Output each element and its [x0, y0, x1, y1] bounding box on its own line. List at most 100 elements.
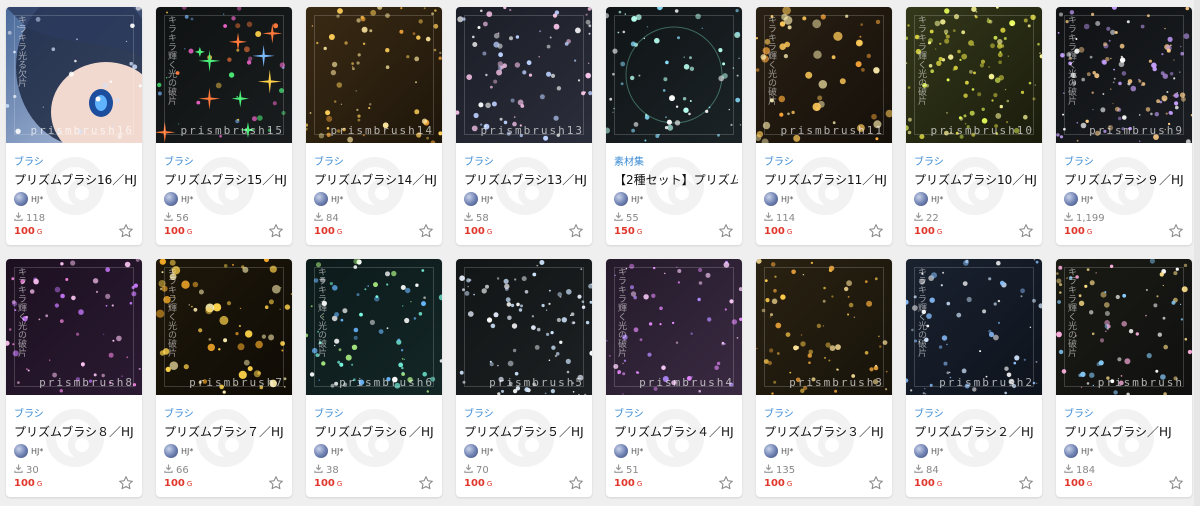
author[interactable]: HJ* — [314, 192, 343, 206]
scrollbar[interactable] — [1194, 0, 1200, 506]
favorite-star-icon[interactable] — [1018, 223, 1034, 239]
category-label[interactable]: ブラシ — [314, 153, 344, 168]
category-label[interactable]: ブラシ — [314, 405, 344, 420]
avatar[interactable] — [764, 444, 778, 458]
favorite-star-icon[interactable] — [568, 475, 584, 491]
author[interactable]: HJ* — [1064, 192, 1093, 206]
avatar[interactable] — [764, 192, 778, 206]
category-label[interactable]: ブラシ — [1064, 153, 1094, 168]
asset-title[interactable]: プリズムブラシ11／HJ — [764, 171, 888, 188]
favorite-star-icon[interactable] — [1168, 475, 1184, 491]
avatar[interactable] — [1064, 192, 1078, 206]
avatar[interactable] — [314, 192, 328, 206]
asset-title[interactable]: プリズムブラシ５／HJ — [464, 423, 588, 440]
author-name[interactable]: HJ* — [781, 195, 793, 204]
author[interactable]: HJ* — [14, 444, 43, 458]
asset-title[interactable]: プリズムブラシ10／HJ — [914, 171, 1038, 188]
asset-card[interactable]: キラキラ光る欠片 prismbrush16 ブラシ プリズムブラシ16／HJ H… — [6, 7, 142, 245]
avatar[interactable] — [614, 444, 628, 458]
asset-title[interactable]: プリズムブラシ７／HJ — [164, 423, 288, 440]
asset-title[interactable]: プリズムブラシ２／HJ — [914, 423, 1038, 440]
author-name[interactable]: HJ* — [181, 447, 193, 456]
author[interactable]: HJ* — [14, 192, 43, 206]
category-label[interactable]: ブラシ — [464, 405, 494, 420]
avatar[interactable] — [164, 192, 178, 206]
author[interactable]: HJ* — [464, 444, 493, 458]
author-name[interactable]: HJ* — [481, 447, 493, 456]
category-label[interactable]: ブラシ — [164, 405, 194, 420]
author-name[interactable]: HJ* — [781, 447, 793, 456]
favorite-star-icon[interactable] — [118, 223, 134, 239]
asset-thumbnail[interactable]: prismbrush13 — [456, 7, 592, 143]
asset-title[interactable]: プリズムブラシ15／HJ — [164, 171, 288, 188]
asset-thumbnail[interactable]: キラキラ輝く光の破片 prismbrush9 — [1056, 7, 1192, 143]
author[interactable]: HJ* — [164, 192, 193, 206]
favorite-star-icon[interactable] — [268, 475, 284, 491]
asset-title[interactable]: プリズムブラシ16／HJ — [14, 171, 138, 188]
category-label[interactable]: ブラシ — [764, 405, 794, 420]
asset-thumbnail[interactable]: キラキラ輝く光の破片 prismbrush8 — [6, 259, 142, 395]
avatar[interactable] — [464, 192, 478, 206]
favorite-star-icon[interactable] — [1168, 223, 1184, 239]
category-label[interactable]: ブラシ — [914, 153, 944, 168]
author[interactable]: HJ* — [614, 192, 643, 206]
asset-thumbnail[interactable]: キラキラ輝く光の破片 prismbrush6 — [306, 259, 442, 395]
asset-card[interactable]: prismbrush5 ブラシ プリズムブラシ５／HJ HJ* 70 100 G — [456, 259, 592, 497]
favorite-star-icon[interactable] — [418, 475, 434, 491]
category-label[interactable]: ブラシ — [14, 405, 44, 420]
asset-card[interactable]: キラキラ輝く光の破片 prismbrush ブラシ プリズムブラシ／HJ HJ*… — [1056, 259, 1192, 497]
asset-card[interactable]: キラキラ輝く光の破片 prismbrush6 ブラシ プリズムブラシ６／HJ H… — [306, 259, 442, 497]
asset-title[interactable]: プリズムブラシ13／HJ — [464, 171, 588, 188]
favorite-star-icon[interactable] — [868, 223, 884, 239]
author[interactable]: HJ* — [464, 192, 493, 206]
author[interactable]: HJ* — [314, 444, 343, 458]
asset-thumbnail[interactable]: キラキラ輝く光の破片 prismbrush7 — [156, 259, 292, 395]
favorite-star-icon[interactable] — [1018, 475, 1034, 491]
asset-title[interactable]: プリズムブラシ14／HJ — [314, 171, 438, 188]
favorite-star-icon[interactable] — [118, 475, 134, 491]
category-label[interactable]: ブラシ — [1064, 405, 1094, 420]
asset-title[interactable]: プリズムブラシ／HJ — [1064, 423, 1188, 440]
author-name[interactable]: HJ* — [631, 447, 643, 456]
author[interactable]: HJ* — [1064, 444, 1093, 458]
asset-thumbnail[interactable]: キラキラ輝く光の破片 prismbrush — [1056, 259, 1192, 395]
favorite-star-icon[interactable] — [268, 223, 284, 239]
asset-thumbnail[interactable]: キラキラ輝く光の破片 prismbrush4 — [606, 259, 742, 395]
asset-title[interactable]: 【2種セット】プリズム — [614, 171, 738, 188]
author-name[interactable]: HJ* — [31, 195, 43, 204]
avatar[interactable] — [1064, 444, 1078, 458]
asset-thumbnail[interactable]: キラキラ光る欠片 prismbrush16 — [6, 7, 142, 143]
category-label[interactable]: ブラシ — [464, 153, 494, 168]
avatar[interactable] — [14, 444, 28, 458]
asset-title[interactable]: プリズムブラシ６／HJ — [314, 423, 438, 440]
author-name[interactable]: HJ* — [31, 447, 43, 456]
asset-title[interactable]: プリズムブラシ８／HJ — [14, 423, 138, 440]
asset-card[interactable]: キラキラ輝く光の破片 prismbrush4 ブラシ プリズムブラシ４／HJ H… — [606, 259, 742, 497]
asset-thumbnail[interactable]: prismbrush3 — [756, 259, 892, 395]
avatar[interactable] — [914, 192, 928, 206]
asset-thumbnail[interactable]: prismbrush5 — [456, 259, 592, 395]
asset-card[interactable]: キラキラ輝く光の破片 prismbrush8 ブラシ プリズムブラシ８／HJ H… — [6, 259, 142, 497]
asset-card[interactable]: 素材集 【2種セット】プリズム HJ* 55 150 G — [606, 7, 742, 245]
favorite-star-icon[interactable] — [568, 223, 584, 239]
avatar[interactable] — [14, 192, 28, 206]
author-name[interactable]: HJ* — [331, 195, 343, 204]
author-name[interactable]: HJ* — [1081, 195, 1093, 204]
author-name[interactable]: HJ* — [1081, 447, 1093, 456]
category-label[interactable]: ブラシ — [914, 405, 944, 420]
author[interactable]: HJ* — [914, 192, 943, 206]
favorite-star-icon[interactable] — [718, 223, 734, 239]
category-label[interactable]: ブラシ — [164, 153, 194, 168]
favorite-star-icon[interactable] — [718, 475, 734, 491]
author[interactable]: HJ* — [614, 444, 643, 458]
author[interactable]: HJ* — [164, 444, 193, 458]
author-name[interactable]: HJ* — [931, 195, 943, 204]
asset-card[interactable]: キラキラ輝く光の破片 prismbrush11 ブラシ プリズムブラシ11／HJ… — [756, 7, 892, 245]
author[interactable]: HJ* — [764, 192, 793, 206]
asset-thumbnail[interactable]: prismbrush14 — [306, 7, 442, 143]
avatar[interactable] — [914, 444, 928, 458]
asset-title[interactable]: プリズムブラシ３／HJ — [764, 423, 888, 440]
avatar[interactable] — [464, 444, 478, 458]
asset-thumbnail[interactable]: キラキラ輝く光の破片 prismbrush15 — [156, 7, 292, 143]
favorite-star-icon[interactable] — [418, 223, 434, 239]
